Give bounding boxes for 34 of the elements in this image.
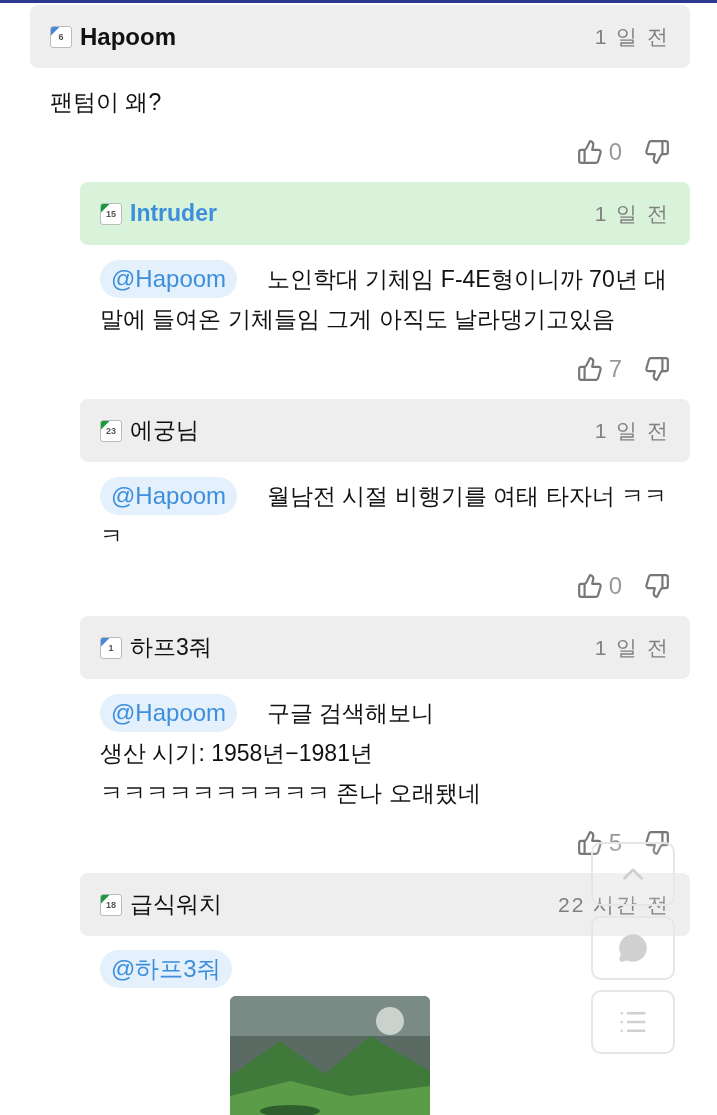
speech-bubble-icon xyxy=(618,933,648,963)
comment-text: 팬텀이 왜? xyxy=(50,88,162,117)
mention-tag[interactable]: @Hapoom xyxy=(100,477,238,515)
username[interactable]: 에궁님 xyxy=(130,415,199,446)
thumbs-up-icon[interactable] xyxy=(576,356,603,382)
username[interactable]: Hapoom xyxy=(80,22,176,51)
timestamp: 1 일 전 xyxy=(594,417,670,444)
thumbs-down-icon[interactable] xyxy=(644,573,670,599)
timestamp: 1 일 전 xyxy=(594,23,670,50)
timestamp: 1 일 전 xyxy=(594,634,670,661)
level-badge: 15 xyxy=(100,202,122,225)
mention-tag[interactable]: @Hapoom xyxy=(100,694,238,732)
thumbs-down-icon[interactable] xyxy=(644,830,670,856)
like-count: 7 xyxy=(608,355,622,383)
comment-text: @Hapoom 구글 검색해보니 생산 시기: 1958년−1981년 ㅋㅋㅋㅋㅋㅋㅋㅋㅋㅋ 존나 오래됐네 xyxy=(100,693,481,813)
username[interactable]: 하프3줘 xyxy=(130,632,212,663)
comment-text: @Hapoom 노인학대 기체임 F-4E형이니까 70년 대말에 들여온 기체들임 그게 아직도 날라댕기고있음 xyxy=(100,259,682,339)
username[interactable]: Intruder xyxy=(130,200,217,227)
like-count: 0 xyxy=(608,572,622,600)
username[interactable]: 급식워치 xyxy=(130,889,222,920)
thumbs-up-icon[interactable] xyxy=(576,139,603,165)
comment-text: @Hapoom 월남전 시절 비행기를 여태 타자너 ㅋㅋㅋ xyxy=(100,476,682,556)
like-count: 0 xyxy=(608,138,622,166)
thumbs-down-icon[interactable] xyxy=(644,139,670,165)
mention-tag[interactable]: @하프3줘 xyxy=(100,950,232,988)
mention-tag[interactable]: @Hapoom xyxy=(100,260,238,298)
level-badge: 23 xyxy=(100,419,122,442)
timestamp: 1 일 전 xyxy=(594,200,670,227)
level-badge: 6 xyxy=(50,25,72,48)
thumbs-up-icon[interactable] xyxy=(576,573,603,599)
level-badge: 1 xyxy=(100,636,122,659)
level-badge: 18 xyxy=(100,893,122,916)
thumbs-up-icon[interactable] xyxy=(576,830,603,856)
thumbs-down-icon[interactable] xyxy=(644,356,670,382)
